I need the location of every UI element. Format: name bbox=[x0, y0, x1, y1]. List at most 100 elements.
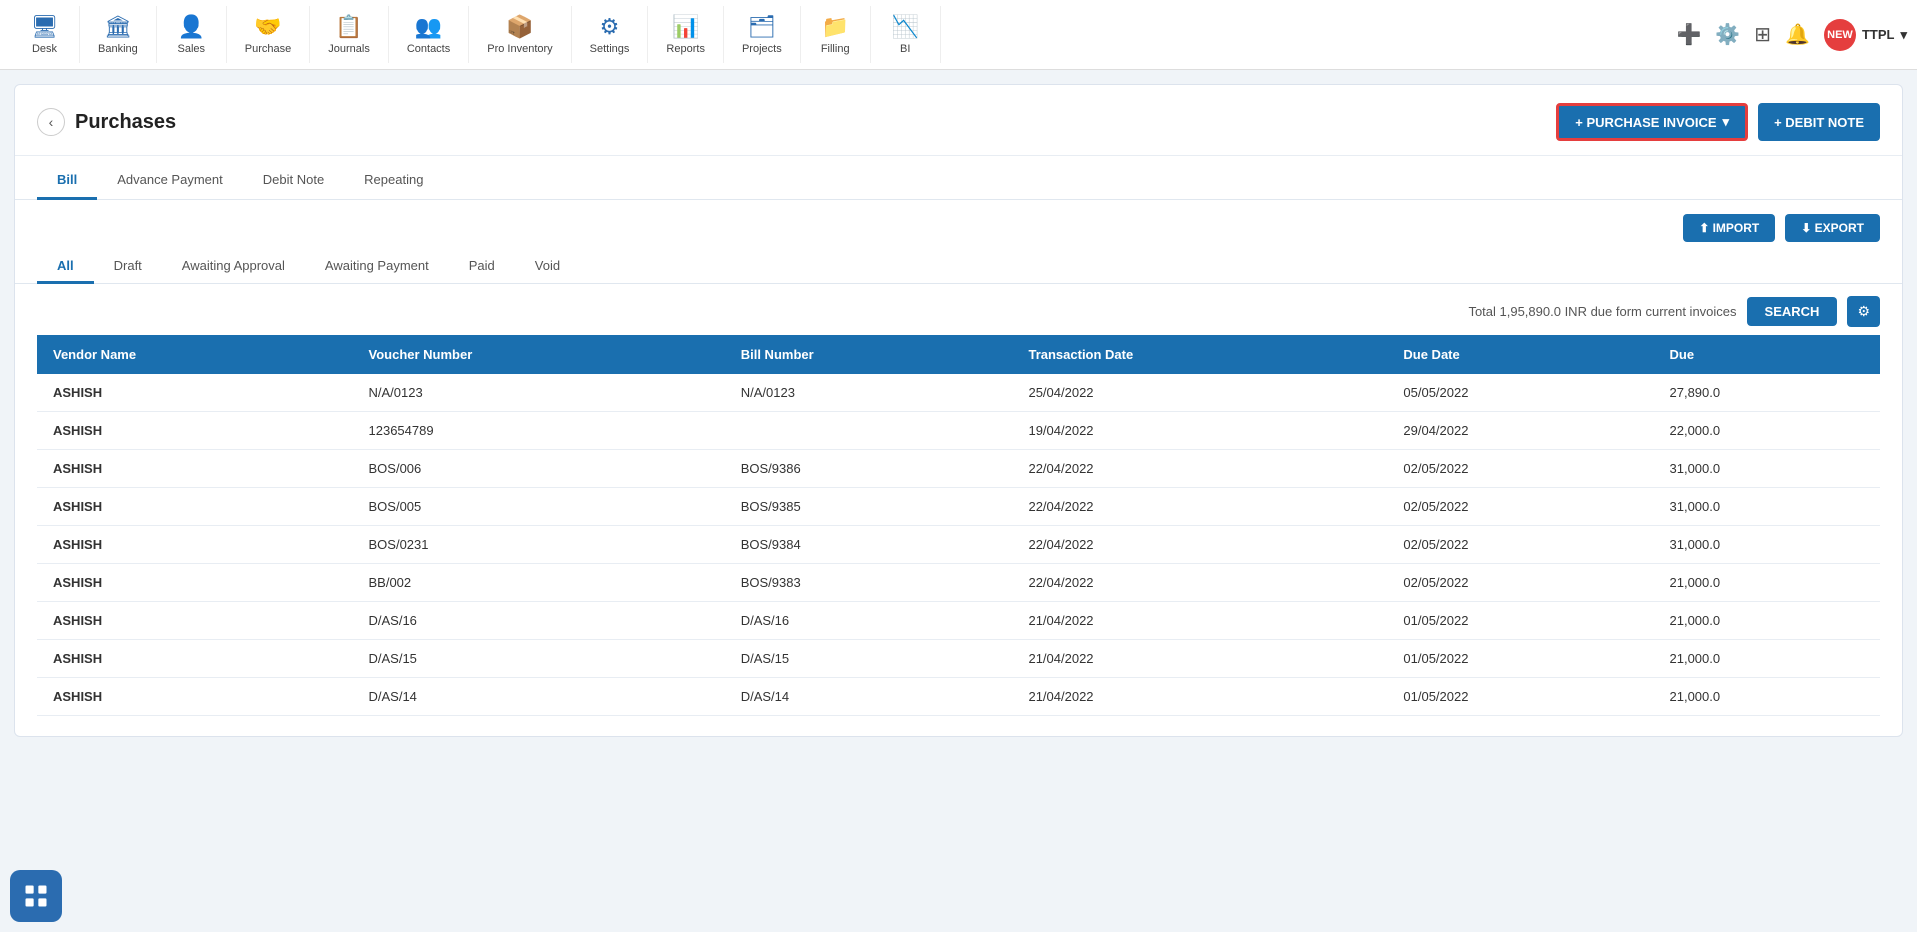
vendor-name-link[interactable]: ASHISH bbox=[37, 450, 353, 488]
voucher-number: D/AS/15 bbox=[353, 640, 725, 678]
filter-tab-void[interactable]: Void bbox=[515, 250, 580, 284]
due-amount: 21,000.0 bbox=[1654, 564, 1881, 602]
main-content-panel: ‹ Purchases + PURCHASE INVOICE ▾ + DEBIT… bbox=[14, 84, 1903, 737]
due-date: 05/05/2022 bbox=[1387, 374, 1653, 412]
nav-item-contacts[interactable]: 👥 Contacts bbox=[389, 6, 469, 63]
header-actions: + PURCHASE INVOICE ▾ + DEBIT NOTE bbox=[1556, 103, 1880, 141]
due-date: 29/04/2022 bbox=[1387, 412, 1653, 450]
nav-item-filling[interactable]: 📁 Filling bbox=[801, 6, 871, 63]
nav-item-bi[interactable]: 📉 BI bbox=[871, 6, 941, 63]
nav-item-reports[interactable]: 📊 Reports bbox=[648, 6, 724, 63]
nav-item-sales[interactable]: 👤 Sales bbox=[157, 6, 227, 63]
filter-tab-draft[interactable]: Draft bbox=[94, 250, 162, 284]
bill-number: BOS/9383 bbox=[725, 564, 1013, 602]
due-amount: 21,000.0 bbox=[1654, 602, 1881, 640]
bill-number: D/AS/16 bbox=[725, 602, 1013, 640]
nav-item-projects[interactable]: 🗂 Projects bbox=[724, 6, 801, 63]
table-row[interactable]: ASHISHBOS/0231BOS/938422/04/202202/05/20… bbox=[37, 526, 1880, 564]
page-title: Purchases bbox=[75, 111, 176, 134]
due-amount: 31,000.0 bbox=[1654, 488, 1881, 526]
desk-icon: 🖥 bbox=[31, 14, 59, 40]
reports-icon: 📊 bbox=[672, 14, 699, 40]
user-avatar: NEW bbox=[1824, 19, 1856, 51]
nav-item-pro-inventory[interactable]: 📦 Pro Inventory bbox=[469, 6, 571, 63]
debit-note-button[interactable]: + DEBIT NOTE bbox=[1758, 103, 1880, 141]
settings-nav-button[interactable]: ⚙️ bbox=[1715, 22, 1740, 47]
bill-number: D/AS/15 bbox=[725, 640, 1013, 678]
table-header-row: Vendor NameVoucher NumberBill NumberTran… bbox=[37, 335, 1880, 374]
table-container: Vendor NameVoucher NumberBill NumberTran… bbox=[15, 335, 1902, 716]
filter-tab-paid[interactable]: Paid bbox=[449, 250, 515, 284]
tab-debit-note[interactable]: Debit Note bbox=[243, 162, 344, 200]
table-row[interactable]: ASHISHBOS/006BOS/938622/04/202202/05/202… bbox=[37, 450, 1880, 488]
tab-bill[interactable]: Bill bbox=[37, 162, 97, 200]
export-button[interactable]: ⬇ EXPORT bbox=[1785, 214, 1880, 242]
banking-icon: 🏛 bbox=[104, 14, 132, 40]
vendor-name-link[interactable]: ASHISH bbox=[37, 564, 353, 602]
nav-item-journals[interactable]: 📋 Journals bbox=[310, 6, 389, 63]
grid-nav-button[interactable]: ⊞ bbox=[1754, 22, 1771, 47]
voucher-number: BOS/006 bbox=[353, 450, 725, 488]
settings-icon: ⚙ bbox=[600, 14, 620, 40]
vendor-name-link[interactable]: ASHISH bbox=[37, 526, 353, 564]
import-button[interactable]: ⬆ IMPORT bbox=[1683, 214, 1775, 242]
due-date: 02/05/2022 bbox=[1387, 526, 1653, 564]
bills-table: Vendor NameVoucher NumberBill NumberTran… bbox=[37, 335, 1880, 716]
back-button[interactable]: ‹ bbox=[37, 108, 65, 136]
main-tabs: BillAdvance PaymentDebit NoteRepeating bbox=[15, 162, 1902, 200]
bill-number: D/AS/14 bbox=[725, 678, 1013, 716]
purchase-invoice-button[interactable]: + PURCHASE INVOICE ▾ bbox=[1556, 103, 1748, 141]
txn-date: 22/04/2022 bbox=[1012, 564, 1387, 602]
tab-repeating[interactable]: Repeating bbox=[344, 162, 443, 200]
due-date: 02/05/2022 bbox=[1387, 488, 1653, 526]
grid-widget-button[interactable] bbox=[10, 870, 62, 922]
table-row[interactable]: ASHISHD/AS/14D/AS/1421/04/202201/05/2022… bbox=[37, 678, 1880, 716]
txn-date: 21/04/2022 bbox=[1012, 602, 1387, 640]
user-label: TTPL bbox=[1862, 27, 1895, 42]
due-date: 01/05/2022 bbox=[1387, 640, 1653, 678]
column-voucher-number: Voucher Number bbox=[353, 335, 725, 374]
filter-tab-awaiting-payment[interactable]: Awaiting Payment bbox=[305, 250, 449, 284]
top-navigation: 🖥 Desk 🏛 Banking 👤 Sales 🤝 Purchase 📋 Jo… bbox=[0, 0, 1917, 70]
due-date: 01/05/2022 bbox=[1387, 678, 1653, 716]
table-row[interactable]: ASHISHBOS/005BOS/938522/04/202202/05/202… bbox=[37, 488, 1880, 526]
txn-date: 25/04/2022 bbox=[1012, 374, 1387, 412]
nav-item-settings[interactable]: ⚙ Settings bbox=[572, 6, 649, 63]
filter-tab-all[interactable]: All bbox=[37, 250, 94, 284]
toolbar-row: ⬆ IMPORT ⬇ EXPORT bbox=[15, 200, 1902, 250]
voucher-number: N/A/0123 bbox=[353, 374, 725, 412]
vendor-name-link[interactable]: ASHISH bbox=[37, 488, 353, 526]
vendor-name-link[interactable]: ASHISH bbox=[37, 602, 353, 640]
filter-tab-awaiting-approval[interactable]: Awaiting Approval bbox=[162, 250, 305, 284]
due-amount: 22,000.0 bbox=[1654, 412, 1881, 450]
nav-item-purchase[interactable]: 🤝 Purchase bbox=[227, 6, 310, 63]
vendor-name-link[interactable]: ASHISH bbox=[37, 374, 353, 412]
vendor-name-link[interactable]: ASHISH bbox=[37, 412, 353, 450]
dropdown-icon: ▾ bbox=[1900, 27, 1907, 43]
vendor-name-link[interactable]: ASHISH bbox=[37, 640, 353, 678]
table-row[interactable]: ASHISHD/AS/15D/AS/1521/04/202201/05/2022… bbox=[37, 640, 1880, 678]
table-row[interactable]: ASHISHN/A/0123N/A/012325/04/202205/05/20… bbox=[37, 374, 1880, 412]
nav-item-desk[interactable]: 🖥 Desk bbox=[10, 6, 80, 63]
column-due: Due bbox=[1654, 335, 1881, 374]
nav-item-banking[interactable]: 🏛 Banking bbox=[80, 6, 157, 63]
voucher-number: BOS/0231 bbox=[353, 526, 725, 564]
notifications-button[interactable]: 🔔 bbox=[1785, 22, 1810, 47]
due-date: 01/05/2022 bbox=[1387, 602, 1653, 640]
tab-advance-payment[interactable]: Advance Payment bbox=[97, 162, 243, 200]
due-date: 02/05/2022 bbox=[1387, 564, 1653, 602]
search-button[interactable]: SEARCH bbox=[1747, 297, 1838, 326]
user-menu[interactable]: NEW TTPL ▾ bbox=[1824, 19, 1907, 51]
table-row[interactable]: ASHISHBB/002BOS/938322/04/202202/05/2022… bbox=[37, 564, 1880, 602]
bill-number: BOS/9384 bbox=[725, 526, 1013, 564]
table-row[interactable]: ASHISHD/AS/16D/AS/1621/04/202201/05/2022… bbox=[37, 602, 1880, 640]
add-button[interactable]: ➕ bbox=[1676, 22, 1701, 47]
nav-items-list: 🖥 Desk 🏛 Banking 👤 Sales 🤝 Purchase 📋 Jo… bbox=[10, 6, 1676, 63]
page-title-row: ‹ Purchases bbox=[37, 108, 176, 136]
table-body: ASHISHN/A/0123N/A/012325/04/202205/05/20… bbox=[37, 374, 1880, 716]
table-row[interactable]: ASHISH12365478919/04/202229/04/202222,00… bbox=[37, 412, 1880, 450]
table-settings-button[interactable]: ⚙ bbox=[1847, 296, 1880, 327]
column-due-date: Due Date bbox=[1387, 335, 1653, 374]
vendor-name-link[interactable]: ASHISH bbox=[37, 678, 353, 716]
txn-date: 22/04/2022 bbox=[1012, 488, 1387, 526]
